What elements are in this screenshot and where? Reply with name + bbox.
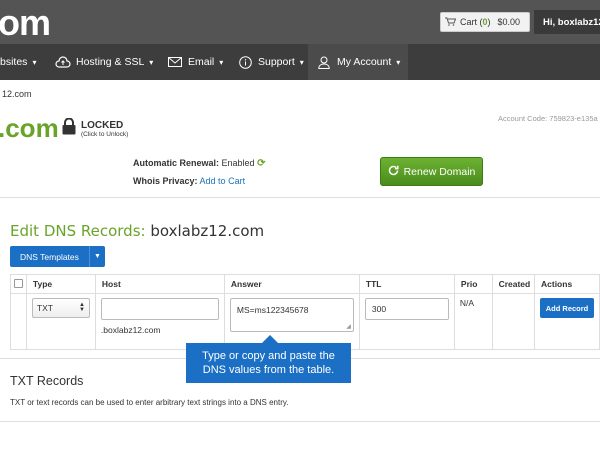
actions-cell: Add Record [534, 293, 600, 350]
refresh-icon [388, 165, 399, 179]
dns-templates-button[interactable]: DNS Templates [10, 246, 89, 267]
chevron-down-icon: ▾ [299, 57, 304, 67]
table-row: TXT ▲ ▼ .boxlabz12.com MS=ms122345678 ◢ 3… [10, 293, 600, 350]
col-ttl[interactable]: TTL [358, 274, 455, 294]
host-suffix: .boxlabz12.com [100, 325, 161, 335]
lock-toggle[interactable]: LOCKED (Click to Unlock) [62, 117, 129, 140]
txt-records-title: TXT Records [10, 374, 84, 388]
answer-textarea[interactable]: MS=ms122345678 ◢ [229, 298, 354, 332]
nav-email[interactable]: Email ▾ [167, 44, 223, 80]
chevron-down-icon: ▾ [32, 57, 37, 67]
answer-cell: MS=ms122345678 ◢ [223, 293, 360, 350]
chevron-down-icon: ▾ [149, 57, 154, 67]
record-type-select[interactable]: TXT ▲ ▼ [31, 298, 90, 318]
auto-renewal-value: Enabled [221, 158, 255, 168]
user-menu[interactable]: Hi, boxlabz12 [534, 10, 600, 34]
col-host[interactable]: Host [94, 274, 225, 294]
nav-hosting-label: Hosting & SSL [76, 56, 145, 68]
add-record-button[interactable]: Add Record [540, 298, 594, 318]
cloud-icon [55, 54, 71, 70]
auto-renewal: Automatic Renewal: Enabled ⟳ [133, 158, 265, 169]
whois-privacy: Whois Privacy: Add to Cart [133, 176, 245, 186]
type-cell: TXT ▲ ▼ [25, 293, 96, 350]
record-type-value: TXT [36, 303, 53, 313]
callout-line-1: Type or copy and paste the [202, 350, 335, 362]
table-header-row: Type Host Answer TTL Prio Created Action… [10, 274, 600, 294]
dns-section-title: Edit DNS Records: boxlabz12.com [10, 222, 264, 240]
site-logo[interactable]: om [0, 2, 51, 44]
host-input[interactable] [100, 298, 219, 320]
host-cell: .boxlabz12.com [94, 293, 225, 350]
divider [0, 421, 600, 422]
col-actions: Actions [534, 274, 600, 294]
chevron-down-icon[interactable]: ▼ [88, 246, 105, 267]
nav-websites[interactable]: bsites ▾ [0, 44, 36, 80]
callout-line-2: DNS values from the table. [202, 364, 335, 376]
cart-label: Cart (0) [460, 17, 491, 27]
divider [0, 197, 600, 198]
txt-records-description: TXT or text records can be used to enter… [10, 398, 289, 407]
nav-my-account-label: My Account [337, 56, 392, 68]
chevron-down-icon: ▾ [219, 57, 224, 67]
info-icon [237, 54, 253, 70]
col-answer[interactable]: Answer [223, 274, 360, 294]
ttl-cell: 300 [358, 293, 455, 350]
dns-title-domain: boxlabz12.com [150, 222, 265, 240]
cart-total: $0.00 [497, 17, 521, 27]
created-cell [491, 293, 536, 350]
nav-my-account[interactable]: My Account ▾ [308, 44, 409, 80]
dns-templates-dropdown[interactable]: DNS Templates ▼ [10, 246, 105, 267]
envelope-icon [167, 54, 183, 70]
answer-value: MS=ms122345678 [236, 305, 309, 315]
ttl-input[interactable]: 300 [364, 298, 449, 320]
lock-icon [62, 117, 76, 140]
cart-icon [445, 17, 457, 28]
updown-arrows-icon: ▲ ▼ [78, 302, 85, 313]
domain-title: .com [0, 113, 59, 143]
cart-button[interactable]: Cart (0) $0.00 [440, 12, 530, 32]
resize-grip-icon[interactable]: ◢ [346, 323, 351, 330]
select-all-checkbox[interactable] [13, 278, 23, 288]
nav-support-label: Support [258, 56, 295, 68]
auto-renewal-label: Automatic Renewal: [133, 158, 220, 168]
main-nav: bsites ▾ Hosting & SSL ▾ Email ▾ Support… [0, 44, 600, 80]
row-checkbox-cell [10, 293, 27, 350]
dns-records-table: Type Host Answer TTL Prio Created Action… [10, 274, 600, 350]
chevron-down-icon: ▾ [396, 57, 401, 67]
nav-websites-label: bsites [0, 56, 28, 68]
select-all-cell [10, 274, 27, 294]
nav-hosting[interactable]: Hosting & SSL ▾ [55, 44, 153, 80]
top-bar: om Cart (0) $0.00 Hi, boxlabz12 [0, 0, 600, 44]
lock-hint: (Click to Unlock) [81, 130, 129, 138]
account-code: Account Code: 759823-e135a [498, 114, 598, 123]
whois-privacy-label: Whois Privacy: [133, 176, 198, 186]
nav-email-label: Email [188, 56, 215, 68]
instruction-callout: Type or copy and paste the DNS values fr… [186, 343, 351, 383]
renew-domain-button[interactable]: Renew Domain [380, 157, 483, 186]
refresh-icon[interactable]: ⟳ [257, 158, 265, 169]
callout-pointer [262, 335, 278, 343]
renew-domain-label: Renew Domain [403, 165, 476, 178]
add-to-cart-link[interactable]: Add to Cart [200, 176, 246, 186]
col-type[interactable]: Type [25, 274, 96, 294]
prio-cell: N/A [453, 293, 493, 350]
user-icon [316, 54, 332, 70]
dns-title-label: Edit DNS Records: [10, 222, 146, 240]
nav-support[interactable]: Support ▾ [237, 44, 304, 80]
breadcrumb[interactable]: 12.com [2, 89, 32, 99]
col-created[interactable]: Created [491, 274, 536, 294]
lock-status: LOCKED [81, 119, 124, 131]
col-prio[interactable]: Prio [453, 274, 493, 294]
greeting-text: Hi, boxlabz12 [543, 16, 600, 28]
